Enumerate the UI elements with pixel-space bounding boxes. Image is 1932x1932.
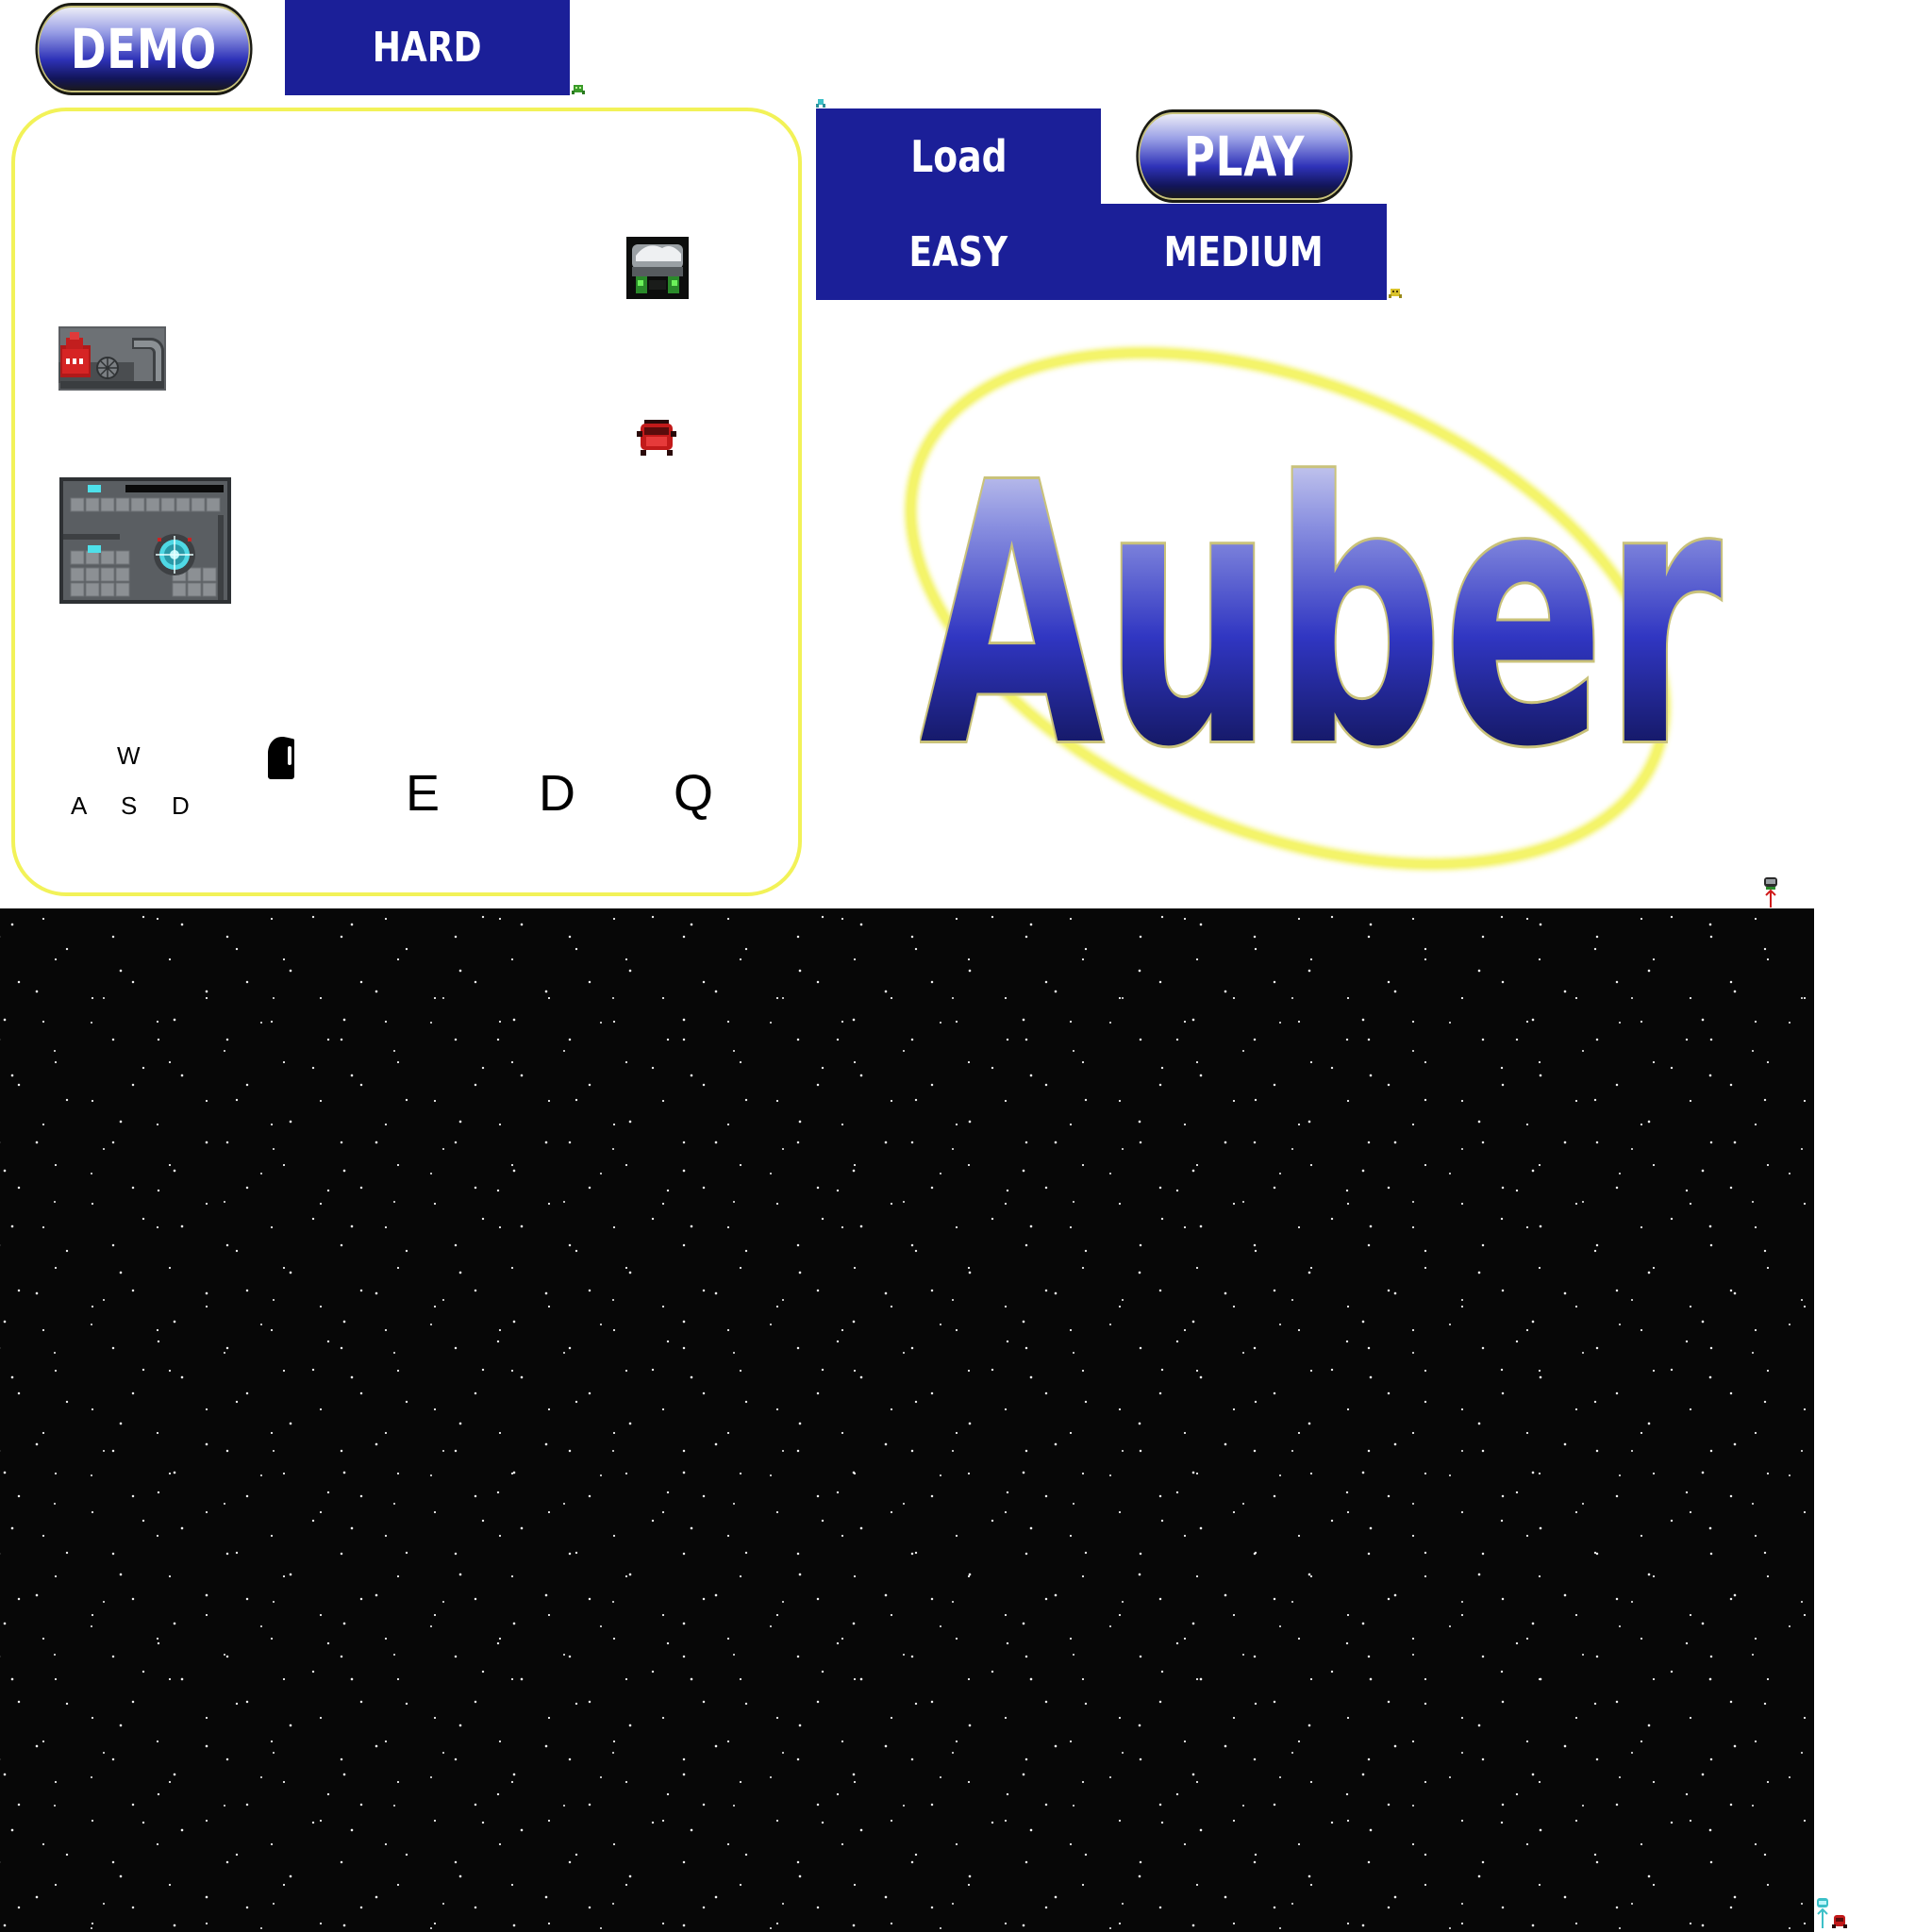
yellow-alien-icon [1389,289,1402,298]
easy-button[interactable]: EASY [816,204,1101,300]
load-button-label: Load [909,130,1008,182]
green-alien-icon [572,85,585,94]
key-a-label: A [71,791,88,820]
key-d-label: D [172,791,190,820]
key-s-label: S [121,791,138,820]
cyan-crew-icon [1817,1898,1828,1928]
ship-system-icon [58,326,166,391]
auber-robot-icon [626,237,689,299]
cyan-alien-icon [816,99,825,108]
controls-help-panel: W A S D E D Q [11,108,802,896]
load-button[interactable]: Load [816,108,1101,204]
key-w-label: W [117,741,141,770]
hard-button-label: HARD [373,24,482,72]
player-marker-icon [1764,877,1777,908]
game-title: Auber [920,429,1724,769]
space-viewport[interactable] [0,908,1814,1932]
game-screen: DEMO HARD W A S D E D Q Load PLAY EASY M… [0,0,1932,1932]
red-crew-icon [1832,1915,1847,1928]
medium-button-label: MEDIUM [1163,227,1324,276]
teleport-room-icon [59,477,231,604]
red-infiltrator-icon [637,420,676,456]
key-q-label: Q [674,765,714,822]
demo-button-label: DEMO [70,17,218,81]
medium-button[interactable]: MEDIUM [1101,204,1387,300]
demo-button[interactable]: DEMO [35,3,253,95]
mouse-icon [268,737,294,779]
game-title-logo: Auber [920,429,1726,769]
easy-button-label: EASY [908,227,1008,276]
play-button-label: PLAY [1183,124,1306,189]
key-d-action-label: D [539,765,575,822]
hard-button[interactable]: HARD [285,0,570,95]
play-button[interactable]: PLAY [1136,109,1353,203]
key-e-label: E [406,765,441,822]
